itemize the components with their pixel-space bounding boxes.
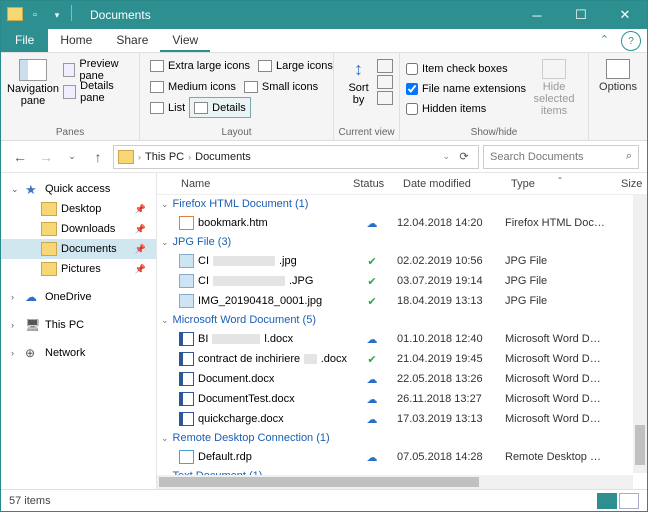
tab-view[interactable]: View	[160, 29, 210, 52]
file-list: Name Status Date modified ⌃Type Size ⌄Fi…	[157, 173, 647, 489]
file-row[interactable]: contract de inchiriere.docx✔21.04.2019 1…	[157, 349, 647, 369]
file-row[interactable]: DocumentTest.docx☁26.11.2018 13:27Micros…	[157, 389, 647, 409]
layout-details[interactable]: Details	[189, 97, 251, 118]
status-bar: 57 items	[1, 489, 647, 511]
folder-icon	[118, 150, 134, 164]
ribbon: Navigation pane Preview pane Details pan…	[1, 53, 647, 141]
sidebar-item-desktop[interactable]: Desktop📌	[1, 199, 156, 219]
view-details-icon[interactable]	[597, 493, 617, 509]
group-header[interactable]: ⌄Remote Desktop Connection (1)	[157, 429, 647, 447]
file-menu[interactable]: File	[1, 29, 48, 52]
refresh-button[interactable]: ⟳	[454, 150, 474, 163]
chevron-down-icon[interactable]: ⌄	[442, 151, 450, 162]
title-bar: ▫ ▾ Documents ─ ☐ ✕	[1, 1, 647, 29]
back-button[interactable]: ←	[9, 146, 31, 168]
sidebar-item-network[interactable]: ›⊕Network	[1, 343, 156, 363]
layout-extra-large[interactable]: Extra large icons	[146, 55, 254, 76]
file-row[interactable]: BIl.docx☁01.10.2018 12:40Microsoft Word …	[157, 329, 647, 349]
group-header[interactable]: ⌄Firefox HTML Document (1)	[157, 195, 647, 213]
maximize-button[interactable]: ☐	[559, 1, 603, 29]
file-row[interactable]: Default.rdp☁07.05.2018 14:28Remote Deskt…	[157, 447, 647, 467]
horizontal-scrollbar[interactable]	[157, 475, 633, 489]
sort-icon: ↕	[354, 59, 363, 80]
preview-pane-button[interactable]: Preview pane	[59, 59, 133, 81]
file-row[interactable]: CI.jpg✔02.02.2019 10:56JPG File	[157, 251, 647, 271]
file-row[interactable]: Document.docx☁22.05.2018 13:26Microsoft …	[157, 369, 647, 389]
file-row[interactable]: CI.JPG✔03.07.2019 19:14JPG File1.	[157, 271, 647, 291]
file-row[interactable]: IMG_20190418_0001.jpg✔18.04.2019 13:13JP…	[157, 291, 647, 311]
sort-by-button[interactable]: ↕ Sort by	[340, 55, 377, 138]
close-button[interactable]: ✕	[603, 1, 647, 29]
options-button[interactable]: Options	[595, 55, 641, 138]
options-icon	[606, 59, 630, 79]
qat-dropdown-icon[interactable]: ▾	[47, 5, 67, 25]
search-icon: ⌕	[626, 150, 632, 163]
hidden-items[interactable]: Hidden items	[406, 99, 526, 119]
group-header[interactable]: ⌄JPG File (3)	[157, 233, 647, 251]
sidebar-item-documents[interactable]: Documents📌	[1, 239, 156, 259]
layout-large[interactable]: Large icons	[254, 55, 337, 76]
column-headers[interactable]: Name Status Date modified ⌃Type Size	[157, 173, 647, 195]
navigation-pane-button[interactable]: Navigation pane	[7, 55, 59, 138]
folder-icon	[7, 7, 23, 21]
forward-button: →	[35, 146, 57, 168]
file-name-extensions[interactable]: File name extensions	[406, 79, 526, 99]
address-bar: ← → ⌄ ↑ › This PC › Documents ⌄ ⟳ Search…	[1, 141, 647, 173]
details-pane-button[interactable]: Details pane	[59, 81, 133, 103]
collapse-ribbon-icon[interactable]: ⌃	[594, 29, 615, 52]
window-title: Documents	[74, 8, 515, 22]
item-count: 57 items	[9, 495, 51, 507]
view-large-icons-icon[interactable]	[619, 493, 639, 509]
ribbon-tabs: File Home Share View ⌃ ?	[1, 29, 647, 53]
file-row[interactable]: bookmark.htm☁12.04.2018 14:20Firefox HTM…	[157, 213, 647, 233]
file-row[interactable]: quickcharge.docx☁17.03.2019 13:13Microso…	[157, 409, 647, 429]
item-check-boxes[interactable]: Item check boxes	[406, 59, 526, 79]
sidebar-item-pictures[interactable]: Pictures📌	[1, 259, 156, 279]
minimize-button[interactable]: ─	[515, 1, 559, 29]
layout-medium[interactable]: Medium icons	[146, 76, 240, 97]
navigation-sidebar: ⌄★Quick accessDesktop📌Downloads📌Document…	[1, 173, 157, 489]
vertical-scrollbar[interactable]	[633, 195, 647, 473]
size-columns-icon[interactable]	[377, 91, 393, 105]
sidebar-item-quick-access[interactable]: ⌄★Quick access	[1, 179, 156, 199]
add-columns-icon[interactable]	[377, 75, 393, 89]
sidebar-item-this-pc[interactable]: ›🖥This PC	[1, 315, 156, 335]
layout-small[interactable]: Small icons	[240, 76, 322, 97]
tab-home[interactable]: Home	[48, 29, 104, 52]
hide-selected-button: Hide selected items	[526, 55, 582, 138]
hide-icon	[542, 59, 566, 79]
sidebar-item-onedrive[interactable]: ›☁OneDrive	[1, 287, 156, 307]
layout-list[interactable]: List	[146, 97, 189, 118]
group-header[interactable]: ⌄Microsoft Word Document (5)	[157, 311, 647, 329]
help-button[interactable]: ?	[621, 31, 641, 51]
tab-share[interactable]: Share	[104, 29, 160, 52]
recent-dropdown[interactable]: ⌄	[61, 146, 83, 168]
group-by-icon[interactable]	[377, 59, 393, 73]
search-input[interactable]: Search Documents ⌕	[483, 145, 639, 169]
up-button[interactable]: ↑	[87, 146, 109, 168]
breadcrumb[interactable]: › This PC › Documents ⌄ ⟳	[113, 145, 479, 169]
qat-properties-icon[interactable]: ▫	[25, 5, 45, 25]
sidebar-item-downloads[interactable]: Downloads📌	[1, 219, 156, 239]
navigation-pane-icon	[19, 59, 47, 81]
sort-indicator-icon: ⌃	[557, 176, 564, 185]
